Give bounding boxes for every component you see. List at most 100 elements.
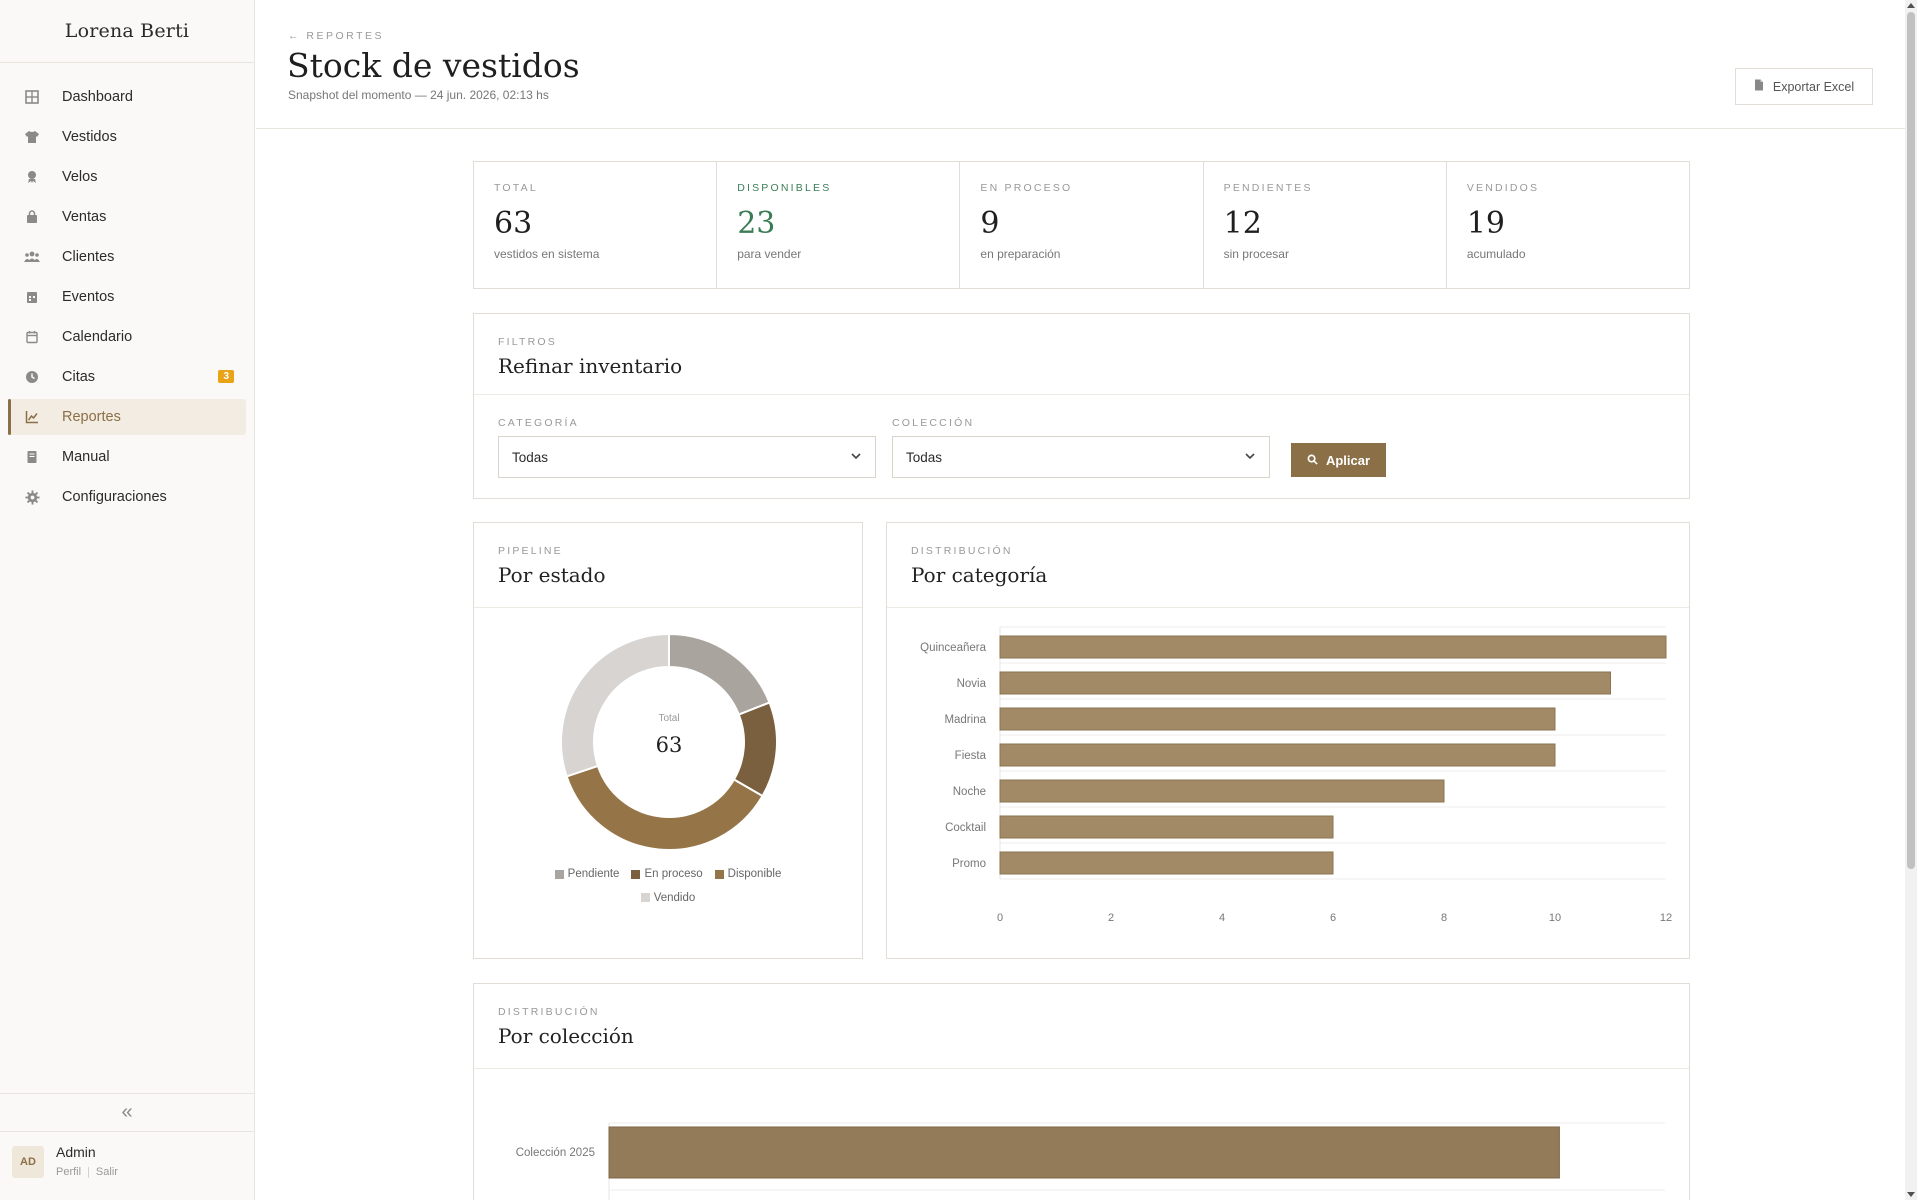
calendar-icon <box>24 329 40 345</box>
grid-icon <box>24 89 40 105</box>
bar[interactable] <box>608 1126 1560 1179</box>
users-icon <box>24 249 40 265</box>
apply-label: Aplicar <box>1325 452 1371 468</box>
y-tick-label: Quinceañera <box>920 642 986 654</box>
section-title: Refinar inventario <box>498 354 683 378</box>
x-tick-label: 6 <box>1330 912 1336 924</box>
stat-value: 19 <box>1466 206 1505 241</box>
bar[interactable] <box>999 743 1556 767</box>
donut-slice-pendiente[interactable] <box>668 632 771 716</box>
logout-link[interactable]: Salir <box>96 1166 118 1178</box>
user-name: Admin <box>56 1144 96 1160</box>
stat-label: TOTAL <box>494 182 538 194</box>
sidebar-item-label: Configuraciones <box>62 489 167 505</box>
stat-desc: sin procesar <box>1223 247 1289 261</box>
sidebar-nav: Dashboard Vestidos Velos Ventas Clientes… <box>0 63 254 515</box>
category-label: CATEGORÍA <box>498 417 579 429</box>
y-tick-label: Novia <box>957 678 987 690</box>
calendar-days-icon <box>24 289 40 305</box>
stat-desc: para vender <box>737 247 802 261</box>
y-tick-label: Colección 2025 <box>516 1147 595 1159</box>
collection-chart-card: DISTRIBUCIÓN Por colección Colección 202… <box>473 983 1690 1200</box>
sidebar-item-label: Calendario <box>62 329 133 345</box>
donut-slice-disponible[interactable] <box>565 764 764 851</box>
donut-center-label: Total <box>658 713 679 724</box>
sidebar-item-clientes[interactable]: Clientes <box>8 239 246 275</box>
export-excel-button[interactable]: Exportar Excel <box>1735 68 1873 105</box>
double-chevron-left-icon: « <box>121 1101 133 1123</box>
sidebar-item-eventos[interactable]: Eventos <box>8 279 246 315</box>
sidebar-item-citas[interactable]: Citas 3 <box>8 359 246 395</box>
bar[interactable] <box>999 671 1611 695</box>
y-tick-label: Cocktail <box>945 822 986 834</box>
main-content: ← REPORTES Stock de vestidos Snapshot de… <box>256 0 1905 1200</box>
sidebar-item-label: Ventas <box>62 209 107 225</box>
sidebar-item-label: Eventos <box>62 289 115 305</box>
sidebar-item-label: Vestidos <box>62 129 117 145</box>
legend-label: Pendiente <box>567 868 620 880</box>
export-label: Exportar Excel <box>1772 79 1855 94</box>
collapse-sidebar-button[interactable]: « <box>0 1093 254 1131</box>
legend-item[interactable]: Disponible <box>714 863 781 885</box>
sidebar-item-configuraciones[interactable]: Configuraciones <box>8 479 246 515</box>
chart-line-icon <box>24 409 40 425</box>
x-tick-label: 10 <box>1549 912 1561 924</box>
category-value: Todas <box>512 449 549 465</box>
stats-row: TOTAL 63 vestidos en sistema DISPONIBLES… <box>473 161 1690 289</box>
collection-value: Todas <box>906 449 943 465</box>
stat-value: 12 <box>1223 206 1262 241</box>
sidebar: Lorena Berti Dashboard Vestidos Velos Ve… <box>0 0 255 1200</box>
collection-select[interactable]: Todas <box>892 436 1270 478</box>
legend-item[interactable]: En proceso <box>631 863 703 885</box>
donut-slice-vendido[interactable] <box>560 632 670 778</box>
brand-logo[interactable]: Lorena Berti <box>0 0 254 63</box>
bar[interactable] <box>999 707 1556 731</box>
bar[interactable] <box>999 815 1334 839</box>
profile-link[interactable]: Perfil <box>56 1166 81 1178</box>
x-tick-label: 0 <box>997 912 1003 924</box>
legend-swatch <box>554 869 564 879</box>
bar[interactable] <box>999 779 1445 803</box>
sidebar-item-label: Manual <box>62 449 110 465</box>
shirt-icon <box>24 129 40 145</box>
stat-value: 9 <box>980 206 1000 241</box>
scroll-up-arrow[interactable] <box>1907 3 1915 8</box>
legend-item[interactable]: Pendiente <box>554 863 620 885</box>
legend-item[interactable]: Vendido <box>640 887 695 909</box>
sidebar-item-calendario[interactable]: Calendario <box>8 319 246 355</box>
status-chart-card: PIPELINE Por estado Total 63 Pendiente En… <box>473 522 863 959</box>
stat-vendidos: VENDIDOS 19 acumulado <box>1447 162 1689 288</box>
bar[interactable] <box>999 851 1334 875</box>
breadcrumb[interactable]: ← REPORTES <box>288 30 384 42</box>
sidebar-item-ventas[interactable]: Ventas <box>8 199 246 235</box>
stat-desc: en preparación <box>980 247 1061 261</box>
stat-label: PENDIENTES <box>1223 182 1313 194</box>
donut-slice-en-proceso[interactable] <box>732 701 778 798</box>
sidebar-item-manual[interactable]: Manual <box>8 439 246 475</box>
stat-label: EN PROCESO <box>980 182 1073 194</box>
scroll-thumb[interactable] <box>1907 12 1915 869</box>
stat-pendientes: PENDIENTES 12 sin procesar <box>1204 162 1447 288</box>
collection-label: COLECCIÓN <box>892 417 975 429</box>
collection-bar-chart: Colección 2025 <box>516 1122 1665 1200</box>
status-donut-chart: Total 63 <box>560 632 778 851</box>
category-select[interactable]: Todas <box>498 436 876 478</box>
x-tick-label: 2 <box>1108 912 1114 924</box>
clock-icon <box>24 369 40 385</box>
apply-button[interactable]: Aplicar <box>1291 443 1386 477</box>
stat-value: 63 <box>494 206 533 241</box>
sidebar-item-label: Citas <box>62 369 96 385</box>
sidebar-item-vestidos[interactable]: Vestidos <box>8 119 246 155</box>
sidebar-item-reportes[interactable]: Reportes <box>8 399 246 435</box>
legend-swatch <box>631 869 641 879</box>
page-scrollbar[interactable] <box>1905 0 1917 1200</box>
scroll-down-arrow[interactable] <box>1907 1192 1915 1197</box>
stat-label: VENDIDOS <box>1466 182 1540 194</box>
gear-icon <box>24 489 40 505</box>
stat-value: 23 <box>737 206 776 241</box>
sidebar-item-velos[interactable]: Velos <box>8 159 246 195</box>
bar[interactable] <box>999 635 1667 659</box>
page-title: Stock de vestidos <box>287 46 580 85</box>
sidebar-item-dashboard[interactable]: Dashboard <box>8 79 246 115</box>
stat-desc: acumulado <box>1466 247 1526 261</box>
